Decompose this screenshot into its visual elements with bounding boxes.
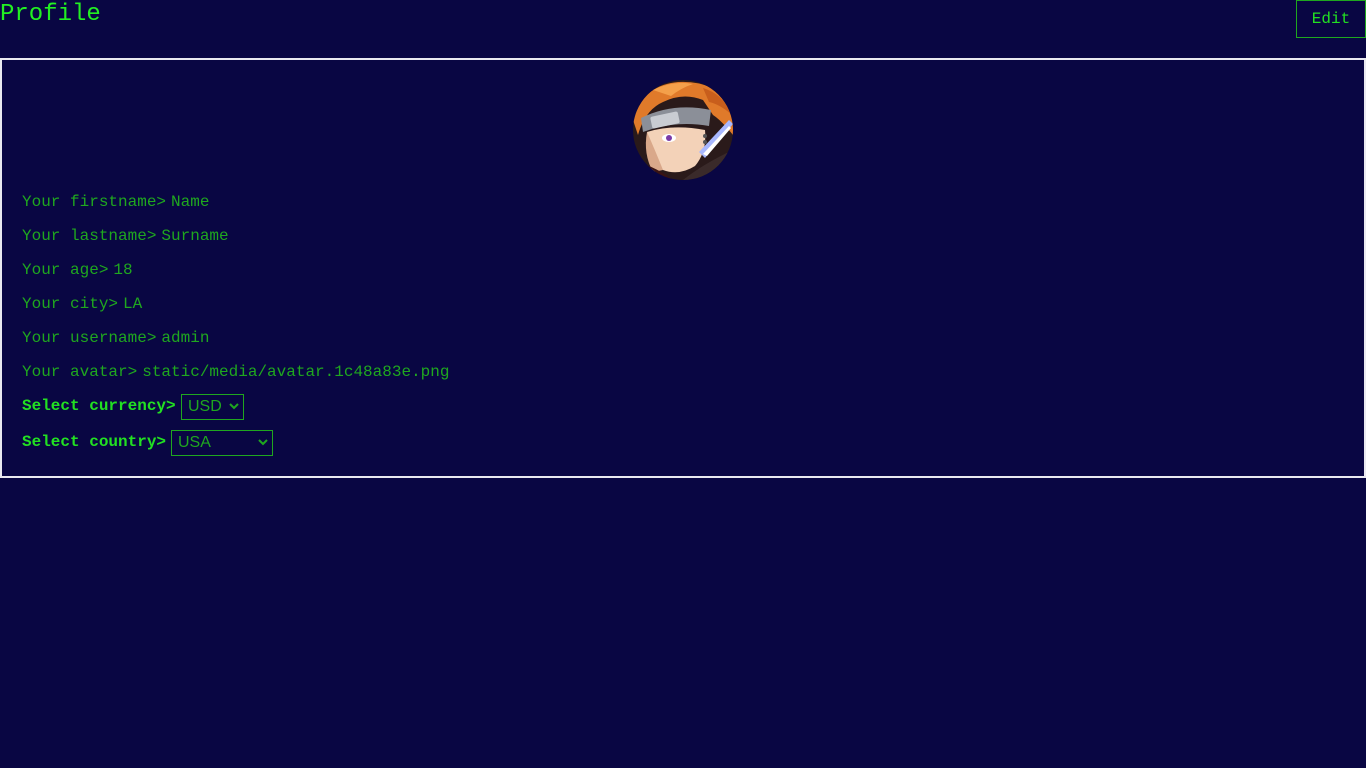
username-row: Your username> admin — [22, 328, 209, 348]
avatar-image — [633, 80, 733, 180]
lastname-label: Your lastname> — [22, 227, 157, 245]
country-label: Select country> — [22, 433, 167, 451]
currency-label: Select currency> — [22, 397, 176, 415]
country-selected-value: USA — [178, 434, 211, 451]
edit-button[interactable]: Edit — [1296, 0, 1366, 38]
firstname-label: Your firstname> — [22, 193, 167, 211]
avatar-path-value: static/media/avatar.1c48a83e.png — [142, 363, 450, 381]
avatar-path-row: Your avatar> static/media/avatar.1c48a83e… — [22, 362, 449, 382]
city-label: Your city> — [22, 295, 119, 313]
firstname-row: Your firstname> Name — [22, 192, 209, 212]
firstname-value: Name — [171, 193, 210, 211]
avatar — [633, 80, 733, 180]
age-label: Your age> — [22, 261, 109, 279]
age-value: 18 — [113, 261, 133, 279]
country-select[interactable]: USA — [171, 430, 273, 456]
country-row: Select country> USA — [22, 430, 273, 456]
profile-panel: Your firstname> Name Your lastname> Surnam… — [0, 58, 1366, 478]
chevron-down-icon — [258, 439, 268, 446]
currency-row: Select currency> USD — [22, 394, 244, 420]
username-label: Your username> — [22, 329, 157, 347]
currency-selected-value: USD — [188, 398, 222, 415]
lastname-row: Your lastname> Surname — [22, 226, 229, 246]
page-title: Profile — [0, 1, 101, 28]
age-row: Your age> 18 — [22, 260, 133, 280]
currency-select[interactable]: USD — [181, 394, 244, 420]
avatar-path-label: Your avatar> — [22, 363, 138, 381]
city-value: LA — [123, 295, 143, 313]
city-row: Your city> LA — [22, 294, 142, 314]
lastname-value: Surname — [161, 227, 229, 245]
username-value: admin — [161, 329, 210, 347]
chevron-down-icon — [229, 403, 239, 410]
